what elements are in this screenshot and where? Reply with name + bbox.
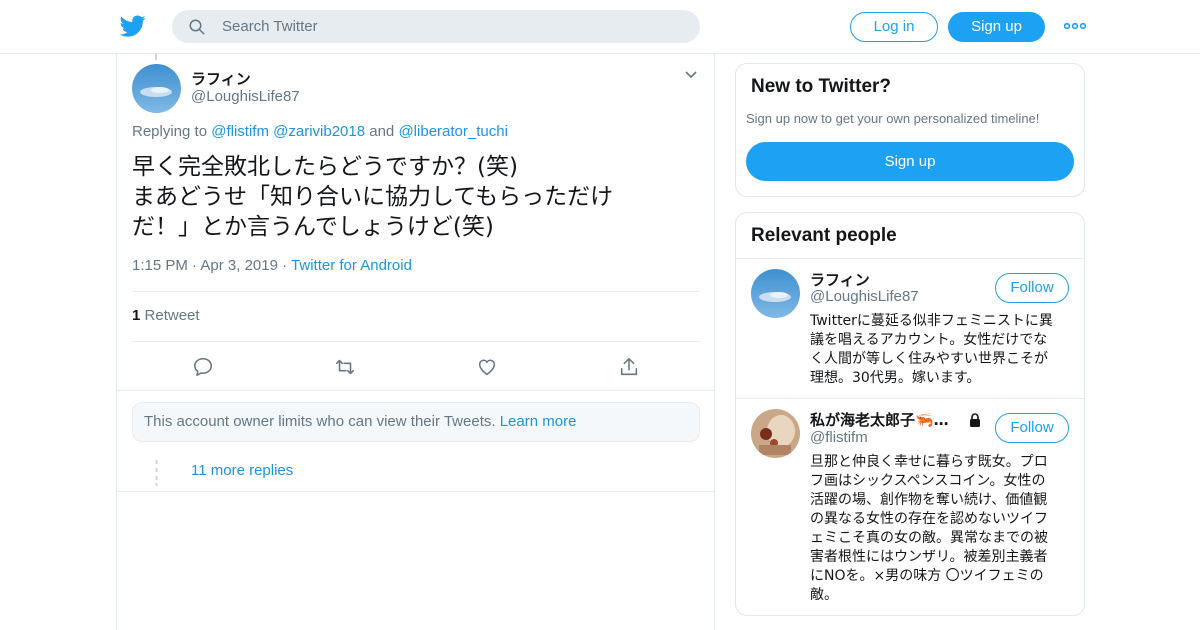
tweet-column: ラフィン @LoughisLife87 Replying to @flistif… bbox=[116, 54, 715, 630]
mention-link[interactable]: @liberator_tuchi bbox=[398, 123, 507, 140]
protected-notice: This account owner limits who can view t… bbox=[132, 402, 700, 442]
author-handle[interactable]: @LoughisLife87 bbox=[191, 88, 300, 105]
tweet-metadata: 1:15 PM · Apr 3, 2019 · Twitter for Andr… bbox=[132, 257, 412, 274]
divider bbox=[132, 341, 700, 342]
person-bio: Twitterに蔓延る似非フェミニストに異 議を唱えるアカウント。女性だけでな … bbox=[810, 312, 1072, 388]
bio-line: 活躍の場、創作物を奪い続け、価値観 bbox=[810, 492, 1048, 508]
search-input[interactable] bbox=[222, 10, 682, 43]
search-icon bbox=[189, 19, 205, 35]
author-name[interactable]: ラフィン bbox=[191, 68, 251, 89]
bio-line: 議を唱えるアカウント。女性だけでな bbox=[810, 332, 1048, 348]
person-handle[interactable]: @LoughisLife87 bbox=[810, 288, 919, 305]
divider bbox=[117, 491, 714, 492]
top-nav-bar: Log in Sign up bbox=[0, 0, 1200, 54]
person-name[interactable]: 私が海老太郎子🦐… bbox=[810, 409, 949, 430]
learn-more-link[interactable]: Learn more bbox=[500, 413, 577, 430]
follow-button[interactable]: Follow bbox=[995, 273, 1069, 303]
bio-line: く人間が等しく住みやすい世界こそが bbox=[810, 351, 1048, 367]
person-name[interactable]: ラフィン bbox=[810, 269, 870, 290]
twitter-bird-icon[interactable] bbox=[120, 13, 146, 39]
card-subtitle: Sign up now to get your own personalized… bbox=[746, 111, 1040, 126]
meta-separator: · bbox=[282, 257, 288, 274]
more-dots-icon[interactable] bbox=[1064, 18, 1086, 34]
bio-line: 敵。 bbox=[810, 587, 838, 603]
like-icon[interactable] bbox=[476, 356, 498, 378]
tweet-text: 早く完全敗北したらどうですか？(笑) まあどうせ「知り合いに協力してもらっただけ… bbox=[132, 152, 652, 242]
bio-line: ェミこそ真の女の敵。異常なまでの被 bbox=[810, 530, 1048, 546]
tweet-date[interactable]: Apr 3, 2019 bbox=[200, 257, 278, 274]
more-replies-link[interactable]: 11 more replies bbox=[191, 462, 293, 479]
mention-link[interactable]: @flistifm bbox=[211, 123, 269, 140]
bio-line: の異なる女性の存在を認めないツイフ bbox=[810, 511, 1048, 527]
signup-large-button[interactable]: Sign up bbox=[746, 142, 1074, 181]
notice-text: This account owner limits who can view t… bbox=[144, 413, 496, 430]
login-button[interactable]: Log in bbox=[850, 12, 938, 42]
replying-and: and bbox=[369, 123, 395, 140]
card-title: Relevant people bbox=[751, 225, 897, 246]
bio-line: 害者根性にはウンザリ。被差別主義者 bbox=[810, 549, 1048, 565]
divider bbox=[132, 291, 700, 292]
reply-icon[interactable] bbox=[192, 356, 214, 378]
divider bbox=[736, 398, 1084, 399]
avatar[interactable] bbox=[751, 269, 800, 318]
avatar-image bbox=[751, 269, 800, 318]
meta-separator: · bbox=[192, 257, 198, 274]
tweet-time[interactable]: 1:15 PM bbox=[132, 257, 188, 274]
bio-line: フ画はシックスペンスコイン。女性の bbox=[810, 473, 1046, 489]
mention-link[interactable]: @zarivib2018 bbox=[273, 123, 365, 140]
lock-icon bbox=[970, 413, 980, 427]
share-icon[interactable] bbox=[618, 356, 640, 378]
retweet-icon[interactable] bbox=[334, 356, 356, 378]
signup-button[interactable]: Sign up bbox=[948, 12, 1045, 42]
tweet-source[interactable]: Twitter for Android bbox=[291, 257, 412, 274]
bio-line: 旦那と仲良く幸せに暮らす既女。プロ bbox=[810, 454, 1048, 470]
replying-to: Replying to @flistifm @zarivib2018 and @… bbox=[132, 123, 508, 140]
retweet-count: 1 bbox=[132, 307, 141, 324]
tweet-text-line: まあどうせ「知り合いに協力してもらっただけ bbox=[132, 184, 614, 210]
divider bbox=[736, 258, 1084, 259]
bio-line: 理想。30代男。嫁います。 bbox=[810, 370, 981, 386]
chevron-down-icon[interactable] bbox=[684, 70, 698, 80]
bio-line: Twitterに蔓延る似非フェミニストに異 bbox=[810, 313, 1053, 329]
card-title: New to Twitter? bbox=[751, 76, 892, 97]
retweet-stats[interactable]: 1 Retweet bbox=[132, 307, 200, 324]
tweet-text-line: だ！」とか言うんでしょうけど(笑) bbox=[132, 214, 494, 240]
new-to-twitter-card: New to Twitter? Sign up now to get your … bbox=[735, 63, 1085, 197]
avatar[interactable] bbox=[132, 64, 181, 113]
avatar[interactable] bbox=[751, 409, 800, 458]
divider bbox=[117, 390, 714, 391]
thread-dots bbox=[155, 460, 158, 486]
person-handle[interactable]: @flistifm bbox=[810, 429, 868, 446]
person-bio: 旦那と仲良く幸せに暮らす既女。プロ フ画はシックスペンスコイン。女性の 活躍の場… bbox=[810, 453, 1072, 605]
follow-button[interactable]: Follow bbox=[995, 413, 1069, 443]
thread-connector bbox=[155, 54, 157, 60]
relevant-people-card: Relevant people ラフィン @LoughisLife87 Foll… bbox=[735, 212, 1085, 616]
tweet-text-line: 早く完全敗北したらどうですか？(笑) bbox=[132, 154, 518, 180]
search-box[interactable] bbox=[172, 10, 700, 43]
avatar-image bbox=[132, 64, 181, 113]
retweet-label: Retweet bbox=[144, 307, 200, 324]
avatar-image bbox=[751, 409, 800, 458]
replying-prefix: Replying to bbox=[132, 123, 208, 140]
bio-line: にNOを。×男の味方 〇ツイフェミの bbox=[810, 568, 1044, 584]
